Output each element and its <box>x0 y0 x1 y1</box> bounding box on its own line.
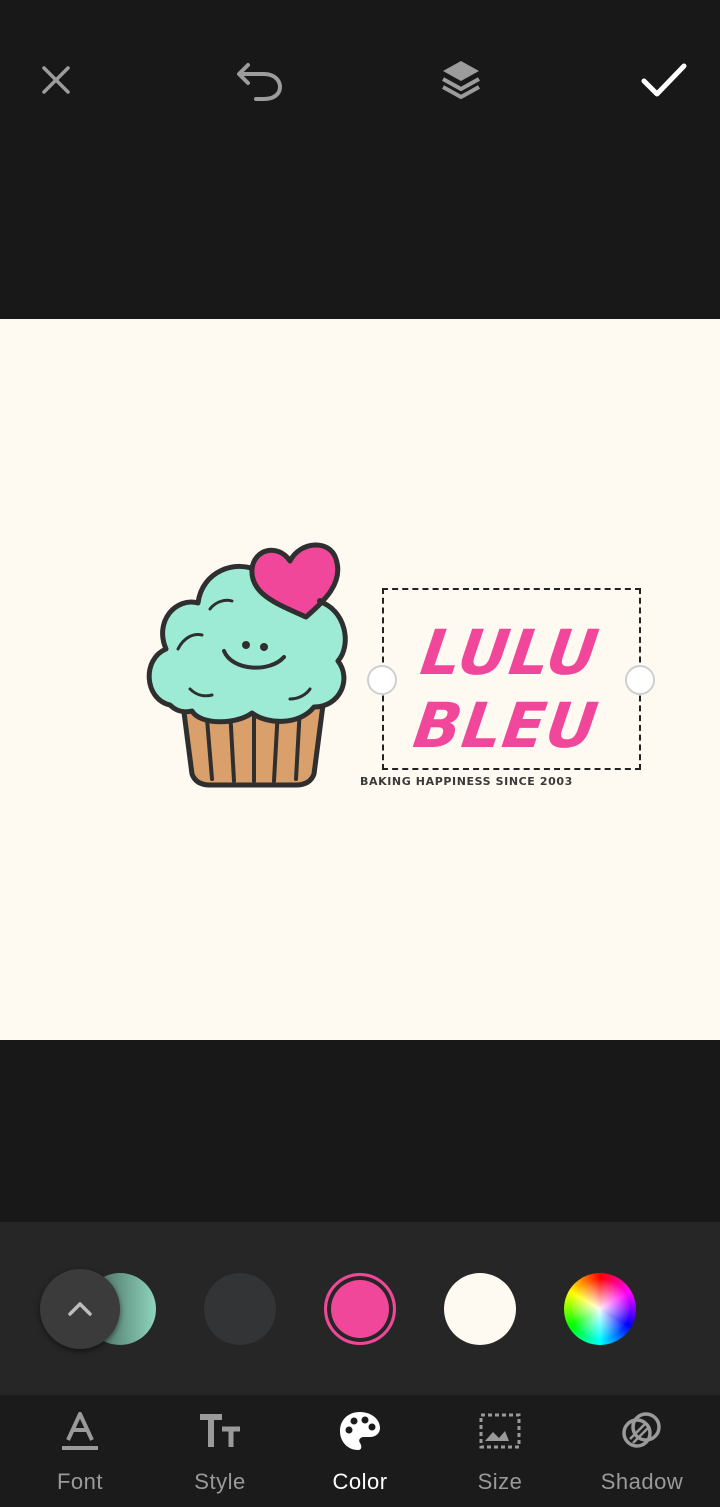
nav-label-font: Font <box>56 1469 104 1494</box>
custom-color-wheel[interactable] <box>564 1273 636 1345</box>
bottom-nav: Font Style Color Size Shadow <box>0 1395 720 1507</box>
text-selection-box[interactable]: LULU BLEU <box>382 588 641 770</box>
nav-item-font[interactable]: Font <box>8 1395 152 1507</box>
undo-icon <box>237 63 283 101</box>
shadow-icon <box>620 1409 664 1453</box>
brand-name-line-2: BLEU <box>409 689 603 762</box>
checkmark-icon <box>641 63 687 97</box>
layers-icon <box>442 61 480 99</box>
swatch-cream[interactable] <box>444 1273 516 1345</box>
color-panel <box>0 1222 720 1395</box>
palette-icon <box>338 1409 382 1453</box>
expand-panel-button[interactable] <box>40 1269 120 1349</box>
close-icon <box>42 66 70 94</box>
resize-handle-left[interactable] <box>367 665 397 695</box>
nav-item-color[interactable]: Color <box>288 1395 432 1507</box>
top-toolbar <box>0 0 720 160</box>
cupcake-logo-image[interactable] <box>140 529 362 791</box>
layers-button[interactable] <box>433 52 489 108</box>
nav-label-color: Color <box>332 1469 388 1494</box>
size-icon <box>478 1409 522 1453</box>
nav-item-style[interactable]: Style <box>148 1395 292 1507</box>
tagline-text[interactable]: BAKING HAPPINESS SINCE 2003 <box>360 775 573 788</box>
nav-item-size[interactable]: Size <box>428 1395 572 1507</box>
undo-button[interactable] <box>231 52 287 108</box>
close-button[interactable] <box>28 52 84 108</box>
nav-label-style: Style <box>194 1469 246 1494</box>
font-icon <box>58 1409 102 1453</box>
nav-label-shadow: Shadow <box>600 1469 684 1494</box>
swatch-dark-gray[interactable] <box>204 1273 276 1345</box>
nav-label-size: Size <box>477 1469 523 1494</box>
swatch-pink-selected[interactable] <box>324 1273 396 1345</box>
resize-handle-right[interactable] <box>625 665 655 695</box>
brand-name-line-1: LULU <box>416 616 604 689</box>
nav-item-shadow[interactable]: Shadow <box>570 1395 714 1507</box>
confirm-button[interactable] <box>636 52 692 108</box>
design-canvas[interactable]: LULU BLEU BAKING HAPPINESS SINCE 2003 <box>0 319 720 1040</box>
chevron-up-icon <box>68 1302 92 1316</box>
text-style-icon <box>198 1409 242 1453</box>
